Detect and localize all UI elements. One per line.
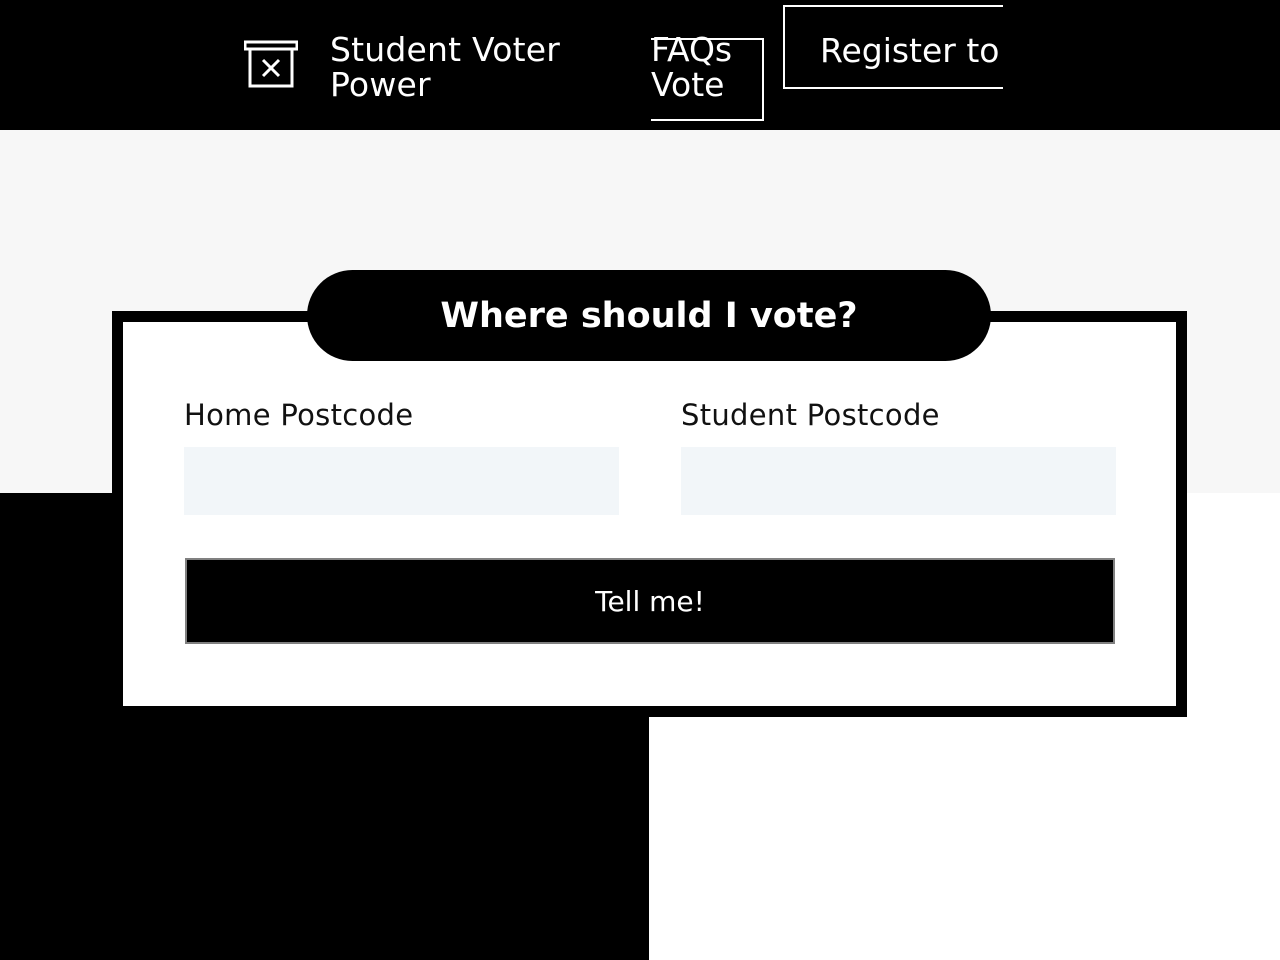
nav-vote-label: Vote: [651, 65, 725, 104]
student-postcode-label: Student Postcode: [681, 398, 940, 432]
site-header: Student Voter Power FAQs Vote Register t…: [0, 0, 1280, 130]
home-postcode-input[interactable]: [184, 447, 619, 515]
nav-register-button[interactable]: Register to: [783, 5, 1003, 89]
tell-me-button[interactable]: Tell me!: [185, 558, 1115, 644]
home-postcode-label: Home Postcode: [184, 398, 414, 432]
student-postcode-input[interactable]: [681, 447, 1116, 515]
nav-faqs-link[interactable]: FAQs Vote: [651, 32, 732, 102]
card-title: Where should I vote?: [307, 270, 991, 361]
ballot-box-icon[interactable]: [244, 40, 298, 88]
brand-link[interactable]: Student Voter Power: [330, 32, 610, 102]
nav-faqs-label: FAQs: [651, 30, 733, 69]
